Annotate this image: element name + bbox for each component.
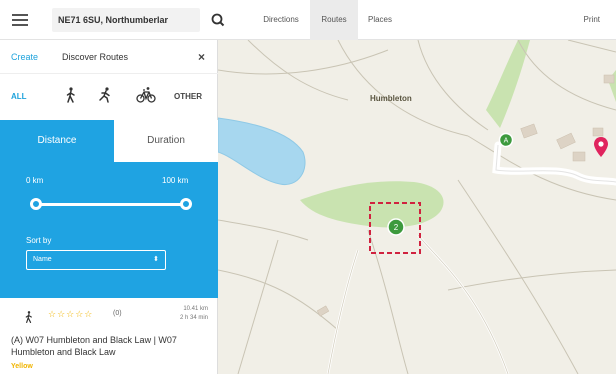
range-track[interactable] [36,203,186,206]
segment-distance[interactable]: Distance [0,120,114,162]
search-input[interactable] [52,8,200,32]
range-min-label: 0 km [26,176,44,185]
marker-a[interactable]: A [498,132,514,148]
close-icon[interactable]: × [198,50,205,64]
rating-count: (0) [113,310,122,317]
menu-icon[interactable] [12,14,28,26]
tab-directions[interactable]: Directions [252,0,310,40]
range-min-handle[interactable] [30,198,42,210]
create-tab[interactable]: Create [11,52,38,62]
tab-places[interactable]: Places [358,0,402,40]
route-title[interactable]: (A) W07 Humbleton and Black Law | W07 Hu… [11,334,211,358]
walk-icon [25,311,32,324]
location-pin-icon[interactable] [593,136,609,158]
chevron-updown-icon: ⬍ [153,256,159,263]
route-grade: Yellow [11,363,33,370]
route-duration: 2 h 34 min [179,315,208,321]
discover-routes-tab[interactable]: Discover Routes [62,52,128,62]
search-icon [211,13,225,27]
rating-stars: ☆☆☆☆☆ [48,309,94,319]
map-canvas[interactable]: Humbleton A 2 [218,40,616,374]
activity-filter: ALL OTHER [0,74,218,120]
run-icon[interactable] [96,86,114,104]
place-label: Humbleton [370,94,412,103]
sort-label: Sort by [26,236,52,245]
route-result-item[interactable]: ☆☆☆☆☆ (0) 10.41 km 2 h 34 min (A) W07 Hu… [0,298,218,374]
activity-other[interactable]: OTHER [174,92,202,101]
filter-panel: Distance Duration 0 km 100 km Sort by Na… [0,120,218,298]
sort-select[interactable]: Name ⬍ [26,250,166,270]
activity-all[interactable]: ALL [11,92,27,101]
range-max-handle[interactable] [180,198,192,210]
tab-routes[interactable]: Routes [310,0,358,40]
range-max-label: 100 km [162,176,189,185]
marker-2[interactable]: 2 [386,217,406,237]
route-distance: 10.41 km [183,306,208,312]
print-button[interactable]: Print [584,0,600,40]
sidebar: Create Discover Routes × ALL OTHER Dista… [0,40,218,374]
walk-icon[interactable] [62,86,80,104]
marker-2-label: 2 [394,223,399,232]
sidebar-header: Create Discover Routes × [0,40,218,74]
sort-select-value: Name [33,256,52,263]
cycle-icon[interactable] [136,86,156,104]
marker-a-label: A [504,138,509,145]
map-layer [218,40,616,374]
search-button[interactable] [206,8,230,32]
segment-duration[interactable]: Duration [114,120,218,162]
top-bar: Directions Routes Places Print [0,0,616,40]
